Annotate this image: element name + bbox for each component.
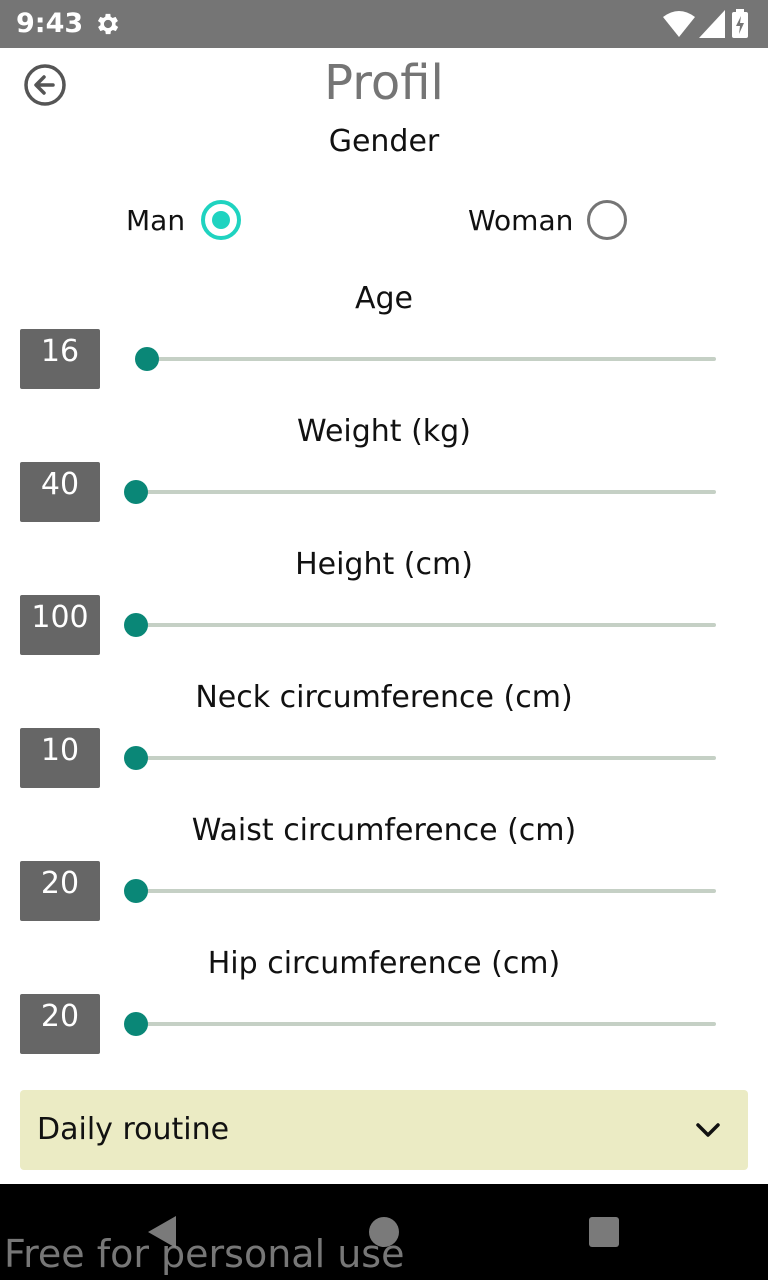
value-box: 10 [20, 728, 100, 788]
battery-icon [732, 9, 748, 38]
slider-thumb[interactable] [124, 879, 148, 903]
page-title: Profil [324, 55, 444, 111]
slider-thumb[interactable] [124, 746, 148, 770]
slider-label: Height (cm) [295, 547, 473, 582]
slider-track[interactable] [136, 889, 716, 893]
slider-label: Age [354, 281, 414, 316]
value-box: 40 [20, 462, 100, 522]
slider-track[interactable] [136, 623, 716, 627]
radio-man[interactable] [201, 200, 241, 240]
daily-routine-dropdown[interactable]: Daily routine [20, 1090, 748, 1170]
value-box: 20 [20, 861, 100, 921]
chevron-down-icon [696, 1123, 720, 1137]
slider-track[interactable] [136, 490, 716, 494]
value-box: 16 [20, 329, 100, 389]
radio-label-woman[interactable]: Woman [468, 204, 573, 237]
slider-label: Neck circumference (cm) [195, 680, 573, 715]
slider-thumb[interactable] [135, 347, 159, 371]
slider-thumb[interactable] [124, 1012, 148, 1036]
wifi-icon [663, 11, 695, 37]
radio-woman[interactable] [587, 200, 627, 240]
radio-label-man[interactable]: Man [126, 204, 185, 237]
value-box: 100 [20, 595, 100, 655]
watermark-text: Free for personal use [4, 1232, 405, 1276]
slider-label: Waist circumference (cm) [191, 813, 577, 848]
value-box: 20 [20, 994, 100, 1054]
slider-track[interactable] [136, 1022, 716, 1026]
gear-icon [97, 13, 119, 35]
slider-track[interactable] [136, 357, 716, 361]
recents-square-icon[interactable] [589, 1217, 619, 1247]
slider-label: Hip circumference (cm) [207, 946, 561, 981]
dropdown-label: Daily routine [37, 1112, 230, 1147]
slider-track[interactable] [136, 756, 716, 760]
slider-thumb[interactable] [124, 480, 148, 504]
status-time: 9:43 [16, 8, 84, 39]
slider-thumb[interactable] [124, 613, 148, 637]
slider-label: Weight (kg) [297, 414, 471, 449]
signal-icon [699, 10, 725, 38]
gender-label: Gender [328, 124, 440, 159]
status-bar: 9:43 [0, 0, 768, 48]
